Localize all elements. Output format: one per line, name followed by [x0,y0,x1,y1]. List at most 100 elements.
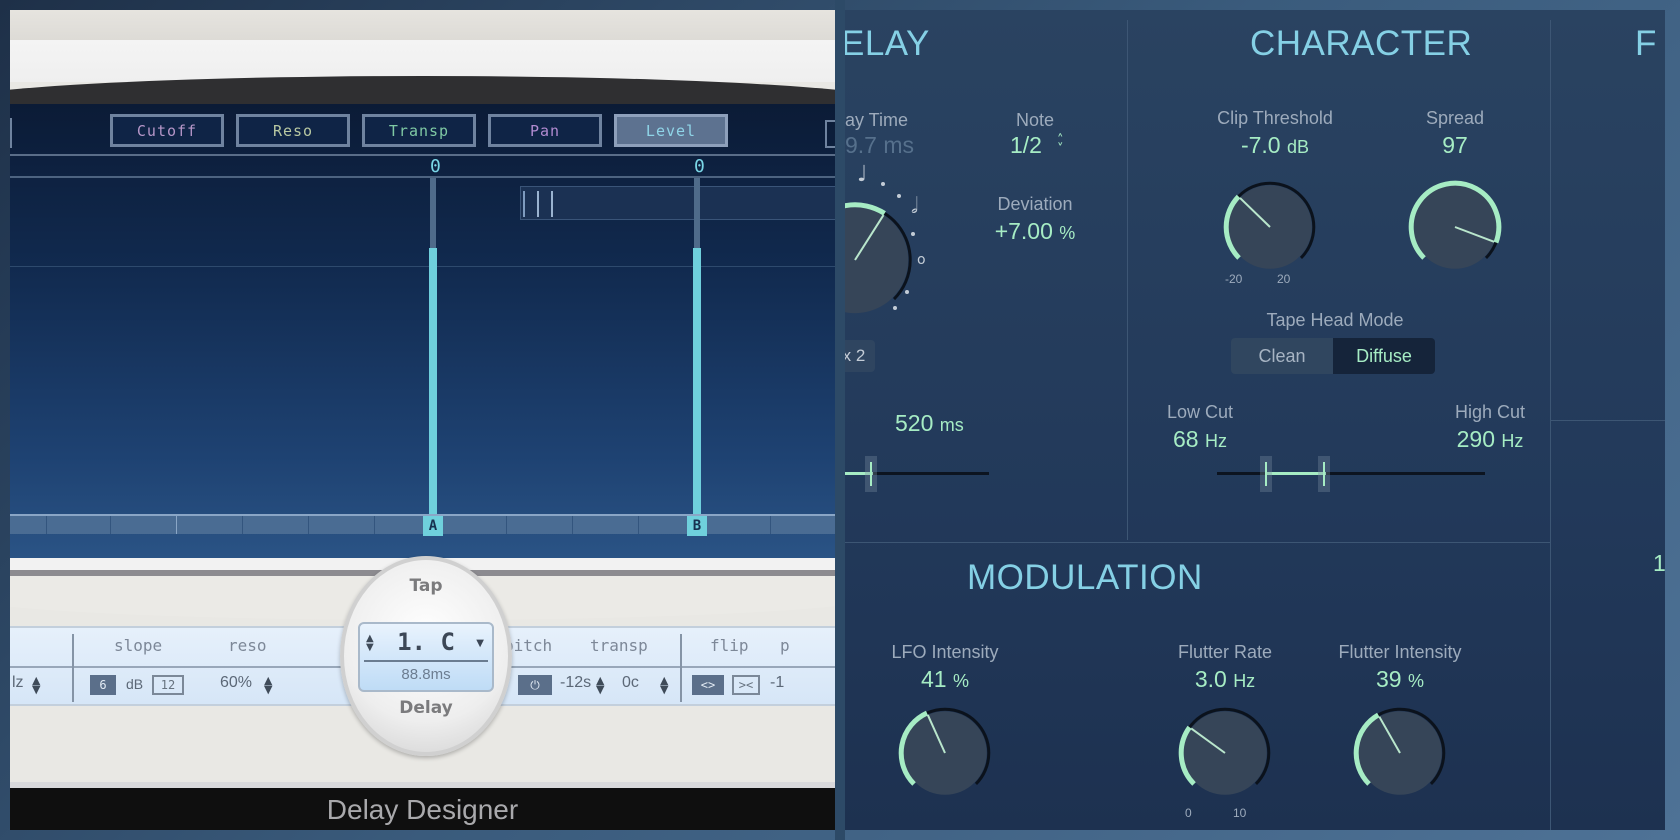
tap-dial-bottom-label: Delay [399,698,453,718]
tap-b-level-bar[interactable] [693,248,701,514]
ruler-tick [770,516,771,534]
clip-threshold-value[interactable]: -7.0 dB [1190,132,1360,159]
tab-reso[interactable]: Reso [236,114,350,147]
tap-b-marker[interactable]: B [687,516,707,536]
delay-slider-unit: ms [939,415,964,435]
delay-slider-handle[interactable] [865,456,877,492]
spread-knob[interactable] [1400,172,1510,282]
transp-cents-stepper-icon[interactable]: ▲ ▼ [660,675,668,695]
flip-label: flip [710,636,749,655]
flutter-rate-knob[interactable] [1170,698,1280,808]
reso-value[interactable]: 60% [220,674,252,692]
slope-6db-button[interactable]: 6 [90,675,116,695]
transp-semitones-stepper-icon[interactable]: ▲ ▼ [596,675,604,695]
delay-slider-value: 520 ms [895,410,964,437]
clip-threshold-max: 20 [1277,272,1291,286]
grid-line [10,266,835,267]
time-ruler[interactable]: A B [10,514,835,536]
tape-head-diffuse-button[interactable]: Diffuse [1333,338,1435,374]
tape-head-clean-button[interactable]: Clean [1231,338,1333,374]
tab-pan[interactable]: Pan [488,114,602,147]
tap-a-level-bar[interactable] [429,248,437,514]
section-divider [1550,20,1551,830]
tap-display[interactable]: Cutoff Reso Transp Pan Level 0 0 A B [10,104,835,574]
pan-value[interactable]: -1 [770,674,784,692]
note-stepper-icon[interactable]: ˄ ˅ [1057,134,1064,156]
ruler-tick [46,516,47,534]
note-dot-icon [881,182,885,186]
flutter-intensity-knob[interactable] [1345,698,1455,808]
slope-label: slope [114,636,163,655]
slope-12db-button[interactable]: 12 [152,675,184,695]
high-cut-handle[interactable] [1318,456,1330,492]
image-divider [835,0,845,840]
param-tab-edge [825,120,835,148]
display-divider [10,154,835,156]
delay-section-title: ELAY [845,24,930,63]
reso-label: reso [228,636,267,655]
flutter-intensity-value[interactable]: 39 % [1315,666,1485,693]
flutter-rate-number: 3.0 [1194,666,1227,692]
flip-left-button[interactable]: <> [692,675,724,695]
multiply-x2-button[interactable]: x 2 [845,340,875,372]
low-cut-value[interactable]: 68 Hz [1145,426,1255,453]
spread-label: Spread [1425,108,1485,128]
ruler-tick [308,516,309,534]
transp-semitones-value[interactable]: -12s [560,674,591,692]
flutter-rate-value[interactable]: 3.0 Hz [1155,666,1295,693]
pitch-toggle-button[interactable]: ⏻ [518,675,552,695]
low-cut-handle[interactable] [1260,456,1272,492]
ruler-tick [110,516,111,534]
clip-threshold-knob[interactable] [1215,172,1325,282]
tap-selector-divider [364,660,488,662]
high-cut-unit: Hz [1501,431,1524,451]
knob-body [845,206,909,314]
plugin-footer: Delay Designer [10,782,835,830]
flip-right-button[interactable]: >< [732,675,760,695]
partial-value: 1 [1653,550,1665,576]
flutter-rate-min: 0 [1185,806,1192,820]
tape-head-mode-label: Tape Head Mode [1266,310,1404,330]
param-tab-bar: Cutoff Reso Transp Pan Level [110,114,728,147]
note-label: Note [1015,110,1055,130]
cutoff-value[interactable]: lz [12,674,24,692]
delay-time-knob[interactable] [845,190,925,330]
delay-time-value[interactable]: 9.7 ms [845,132,914,159]
param-separator [680,634,682,702]
clip-threshold-min: -20 [1225,272,1243,286]
modulation-section-title: MODULATION [967,558,1203,597]
reso-stepper-icon[interactable]: ▲ ▼ [264,675,272,695]
note-value[interactable]: 1/2 [995,132,1057,159]
tap-delay-dial[interactable]: Tap ▲ ▼ 1. C ▼ 88.8ms Delay [340,556,512,756]
low-cut-label: Low Cut [1166,402,1234,422]
pan-label: p [780,636,790,655]
tap-dropdown-icon[interactable]: ▼ [476,638,484,649]
flutter-rate-max: 10 [1233,806,1247,820]
high-cut-label: High Cut [1454,402,1526,422]
lfo-intensity-value[interactable]: 41 % [865,666,1025,693]
ruler-tick [572,516,573,534]
overview-strip[interactable] [520,186,835,220]
cut-range-track[interactable] [1217,472,1485,475]
deviation-value[interactable]: +7.00 % [975,218,1095,245]
transp-cents-value[interactable]: 0c [622,674,639,692]
ruler-tick [506,516,507,534]
tap-delay-time[interactable]: 88.8ms [360,666,492,683]
deviation-number: +7.00 [994,218,1053,244]
low-cut-unit: Hz [1204,431,1227,451]
flutter-rate-label: Flutter Rate [1177,642,1273,662]
tap-a-marker[interactable]: A [423,516,443,536]
high-cut-value[interactable]: 290 Hz [1435,426,1545,453]
tap-a-level-value: 0 [430,156,441,177]
ruler-tick [374,516,375,534]
tab-level[interactable]: Level [614,114,728,147]
tab-cutoff[interactable]: Cutoff [110,114,224,147]
spread-value[interactable]: 97 [1400,132,1510,159]
cutoff-stepper-icon[interactable]: ▲ ▼ [32,675,40,695]
partial-section-title: F [1635,24,1657,63]
lfo-intensity-knob[interactable] [890,698,1000,808]
tap-selector[interactable]: ▲ ▼ 1. C ▼ 88.8ms [358,622,494,692]
delay-designer-panel: Cutoff Reso Transp Pan Level 0 0 A B lz … [10,10,835,830]
tab-transp[interactable]: Transp [362,114,476,147]
tap-dial-top-label: Tap [409,576,443,596]
